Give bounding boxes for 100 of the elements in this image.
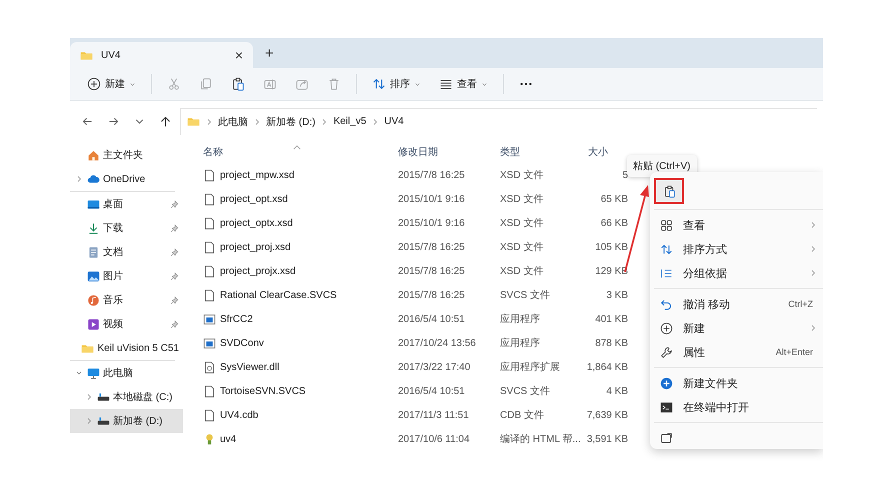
desktop-icon bbox=[87, 198, 100, 210]
file-name[interactable]: project_proj.xsd bbox=[220, 242, 291, 252]
file-icon bbox=[203, 240, 216, 254]
type-cell-text: 应用程序 bbox=[500, 312, 541, 326]
menu-item[interactable]: 新建 bbox=[654, 316, 823, 340]
new-tab-button[interactable]: + bbox=[265, 45, 274, 62]
new-button[interactable]: 新建 bbox=[80, 73, 143, 95]
date-cell-text: 2015/10/1 9:16 bbox=[398, 218, 466, 228]
sort-button[interactable]: 排序 bbox=[365, 73, 428, 95]
breadcrumb-item[interactable]: 此电脑 bbox=[218, 114, 248, 128]
size-cell: 3,591 KB bbox=[586, 434, 628, 444]
chevron-right-icon bbox=[809, 269, 817, 277]
file-name[interactable]: uv4 bbox=[220, 434, 236, 444]
type-cell-text: XSD 文件 bbox=[500, 168, 544, 182]
sidebar-item[interactable]: 下载 bbox=[70, 216, 183, 240]
sort-caret-icon bbox=[293, 145, 301, 150]
shortcut-text: Alt+Enter bbox=[776, 347, 813, 357]
file-name[interactable]: UV4.cdb bbox=[220, 410, 258, 420]
download-icon bbox=[87, 222, 100, 234]
tab-title: UV4 bbox=[101, 50, 122, 60]
menu-item[interactable]: 排序方式 bbox=[654, 237, 823, 261]
drive-icon bbox=[97, 414, 110, 428]
pin-icon bbox=[170, 224, 179, 232]
drive-icon bbox=[97, 390, 110, 404]
breadcrumb-item[interactable]: UV4 bbox=[384, 116, 404, 127]
menu-item[interactable]: 属性 Alt+Enter bbox=[654, 340, 823, 364]
date-cell-text: 2015/10/1 9:16 bbox=[398, 194, 466, 204]
type-cell-text: 编译的 HTML 帮... bbox=[500, 432, 582, 446]
chevron-right-icon bbox=[809, 324, 817, 332]
file-name[interactable]: project_opt.xsd bbox=[220, 194, 288, 204]
sidebar-item[interactable]: 新加卷 (D:) bbox=[70, 409, 183, 433]
music-icon bbox=[87, 294, 100, 306]
type-cell-text: 应用程序 bbox=[500, 336, 541, 350]
file-name[interactable]: Rational ClearCase.SVCS bbox=[220, 290, 337, 300]
view-button[interactable]: 查看 bbox=[432, 73, 495, 95]
menu-item[interactable]: 在终端中打开 bbox=[654, 395, 823, 419]
pin-icon bbox=[170, 296, 179, 304]
sidebar-item[interactable]: 本地磁盘 (C:) bbox=[70, 385, 183, 409]
pin-icon bbox=[170, 248, 179, 256]
size-cell-text: 401 KB bbox=[594, 314, 628, 324]
paste-button[interactable] bbox=[654, 178, 684, 204]
cloud-icon bbox=[87, 172, 100, 186]
plus-circle-icon bbox=[660, 322, 673, 334]
file-name[interactable]: SfrCC2 bbox=[220, 314, 253, 324]
file-name[interactable]: project_mpw.xsd bbox=[220, 170, 294, 180]
sidebar-item[interactable]: Keil uVision 5 C51 bbox=[70, 336, 183, 360]
undo-icon bbox=[660, 298, 673, 310]
address-bar[interactable]: 此电脑 新加卷 (D:) Keil_v5 UV4 bbox=[180, 108, 817, 134]
file-name[interactable]: TortoiseSVN.SVCS bbox=[220, 386, 306, 396]
column-header[interactable]: 名称 bbox=[193, 145, 398, 159]
pin-icon bbox=[170, 272, 179, 280]
sidebar-item[interactable]: OneDrive bbox=[70, 167, 183, 191]
share-icon bbox=[295, 77, 309, 91]
file-name[interactable]: project_optx.xsd bbox=[220, 218, 293, 228]
sort-icon bbox=[660, 242, 673, 256]
file-icon bbox=[203, 168, 216, 182]
tab[interactable]: UV4 × bbox=[70, 42, 253, 68]
file-name[interactable]: SysViewer.dll bbox=[220, 362, 280, 372]
sidebar-item[interactable]: 图片 bbox=[70, 264, 183, 288]
home-icon bbox=[87, 148, 100, 162]
chevron-right-icon bbox=[75, 175, 83, 183]
chevron-right-icon bbox=[205, 118, 213, 126]
breadcrumb-item[interactable]: Keil_v5 bbox=[333, 116, 366, 127]
grid-icon bbox=[660, 218, 673, 232]
close-button[interactable]: × bbox=[234, 47, 243, 63]
chevron-down-icon bbox=[75, 369, 83, 377]
copy-icon bbox=[199, 77, 213, 91]
type-cell-text: XSD 文件 bbox=[500, 192, 544, 206]
type-cell-text: XSD 文件 bbox=[500, 240, 544, 254]
menu-item[interactable]: 分组依据 bbox=[654, 261, 823, 285]
menu-item[interactable]: 撤消 移动 Ctrl+Z bbox=[654, 292, 823, 316]
sidebar-item[interactable]: 文档 bbox=[70, 240, 183, 264]
column-header[interactable]: 大小 bbox=[586, 145, 628, 159]
sidebar-item[interactable]: 桌面 bbox=[70, 192, 183, 216]
menu-item[interactable]: 新建文件夹 bbox=[654, 371, 823, 395]
shortcut-text: Ctrl+Z bbox=[788, 299, 813, 309]
file-name[interactable]: SVDConv bbox=[220, 338, 264, 348]
sidebar-item[interactable]: 音乐 bbox=[70, 288, 183, 312]
size-cell-text: 5 bbox=[621, 170, 628, 180]
date-cell-text: 2017/3/22 17:40 bbox=[398, 362, 472, 372]
chevron-right-icon bbox=[809, 221, 817, 229]
video-icon bbox=[87, 318, 100, 330]
sidebar-item[interactable]: 视频 bbox=[70, 312, 183, 336]
column-header[interactable]: 修改日期 bbox=[398, 145, 500, 159]
size-cell-text: 65 KB bbox=[600, 194, 628, 204]
app-icon bbox=[203, 336, 216, 350]
file-icon bbox=[203, 408, 216, 422]
file-icon bbox=[203, 288, 216, 302]
up-arrow-icon bbox=[158, 114, 172, 128]
menu-item[interactable]: 查看 bbox=[654, 213, 823, 237]
picture-icon bbox=[87, 270, 100, 282]
file-name[interactable]: project_projx.xsd bbox=[220, 266, 296, 276]
type-cell-text: CDB 文件 bbox=[500, 408, 545, 422]
column-header[interactable]: 类型 bbox=[500, 145, 586, 159]
wrench-icon bbox=[660, 346, 673, 358]
sidebar-item[interactable]: 主文件夹 bbox=[70, 143, 183, 167]
terminal-icon bbox=[660, 400, 673, 414]
plus-circle-icon bbox=[660, 376, 673, 390]
breadcrumb-item[interactable]: 新加卷 (D:) bbox=[266, 114, 316, 128]
sidebar-item[interactable]: 此电脑 bbox=[70, 361, 183, 385]
